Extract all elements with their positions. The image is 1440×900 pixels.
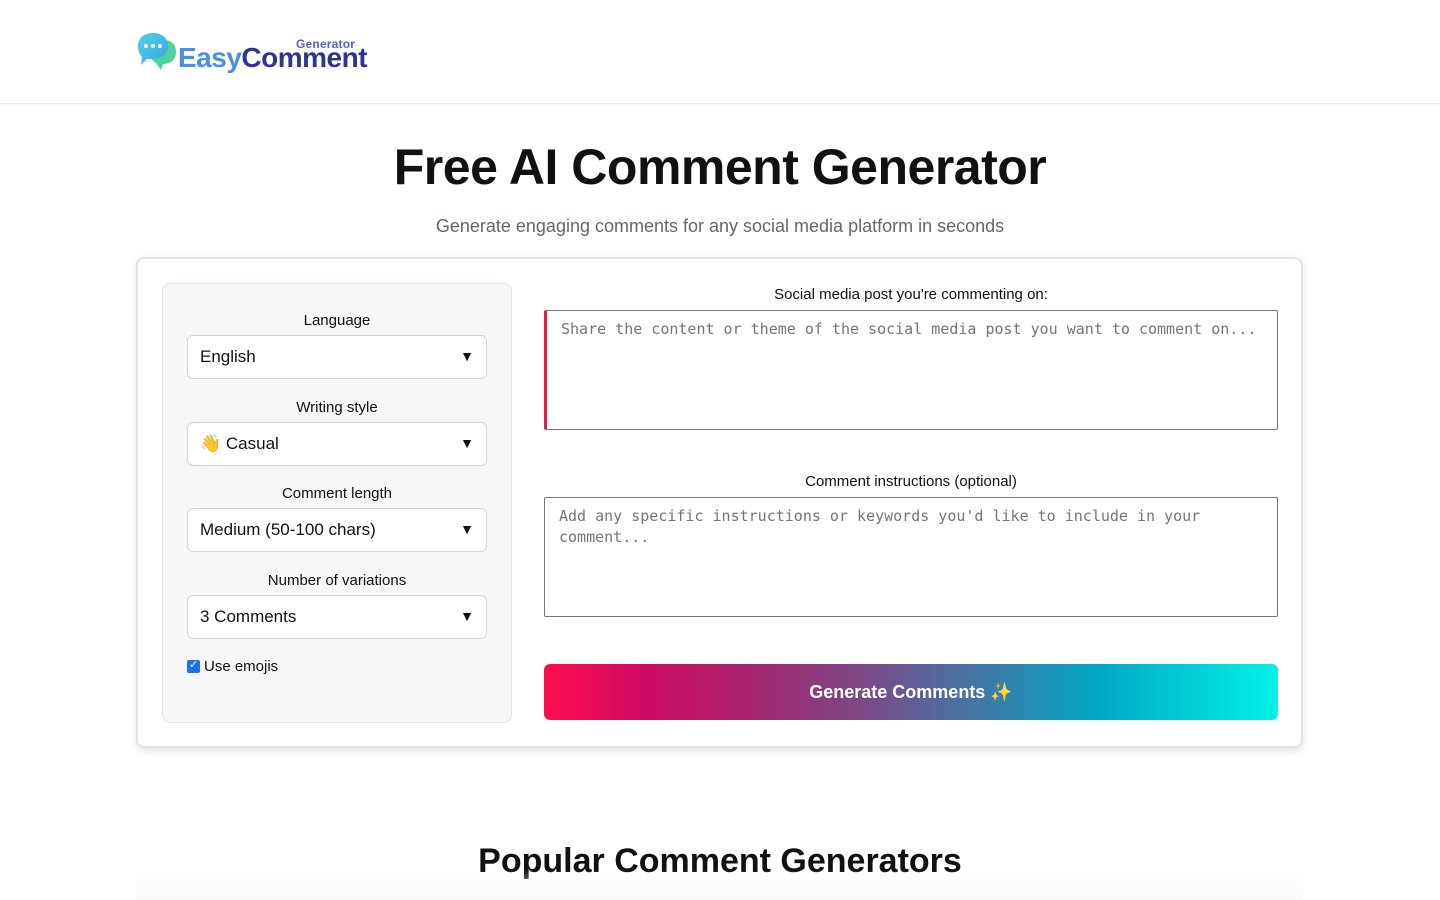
variations-select-value: 3 Comments xyxy=(200,607,297,626)
writing-style-select-value: 👋 Casual xyxy=(200,434,279,453)
language-label: Language xyxy=(303,312,371,329)
checkmark-icon: ✓ xyxy=(189,659,199,671)
page-subtitle: Generate engaging comments for any socia… xyxy=(435,216,1005,236)
post-label: Social media post you're commenting on: xyxy=(774,286,1048,303)
chat-bubble-icon xyxy=(138,33,176,70)
writing-style-label: Writing style xyxy=(296,399,378,416)
instructions-label: Comment instructions (optional) xyxy=(805,473,1017,490)
use-emojis-checkbox[interactable]: ✓ xyxy=(187,659,200,673)
popular-generators-strip xyxy=(136,870,1303,900)
variations-select[interactable]: 3 Comments ▼ xyxy=(187,595,487,639)
site-header: Generator EasyComment xyxy=(0,0,1440,104)
variations-label: Number of variations xyxy=(267,572,407,589)
language-select[interactable]: English ▼ xyxy=(187,335,487,379)
dropdown-arrow-icon: ▼ xyxy=(460,348,474,364)
post-textarea[interactable] xyxy=(544,310,1278,430)
language-select-value: English xyxy=(200,347,256,366)
dropdown-arrow-icon: ▼ xyxy=(460,608,474,624)
settings-panel: Language English ▼ Writing style 👋 Casua… xyxy=(162,283,512,723)
brand-logo[interactable]: Generator EasyComment xyxy=(136,32,376,74)
page-title: Free AI Comment Generator xyxy=(393,139,1047,195)
logo-wordmark: EasyComment xyxy=(178,42,368,73)
comment-length-select-value: Medium (50-100 chars) xyxy=(200,520,376,539)
generate-comments-button[interactable]: Generate Comments ✨ xyxy=(544,664,1278,720)
dropdown-arrow-icon: ▼ xyxy=(460,435,474,451)
comment-length-label: Comment length xyxy=(281,485,393,502)
comment-length-select[interactable]: Medium (50-100 chars) ▼ xyxy=(187,508,487,552)
use-emojis-label[interactable]: Use emojis xyxy=(204,658,278,675)
logo-word-comment: Comment xyxy=(241,42,368,73)
logo-word-easy: Easy xyxy=(178,42,242,73)
writing-style-select[interactable]: 👋 Casual ▼ xyxy=(187,422,487,466)
dropdown-arrow-icon: ▼ xyxy=(460,521,474,537)
instructions-textarea[interactable] xyxy=(544,497,1278,617)
